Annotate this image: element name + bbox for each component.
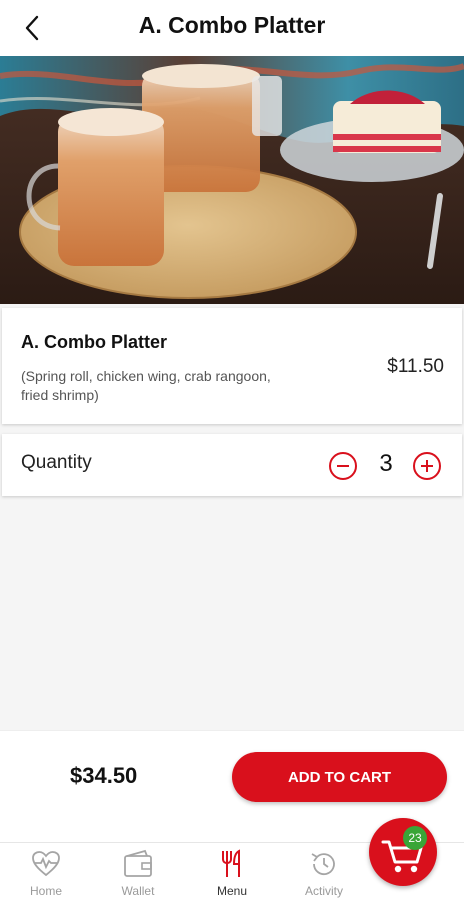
tab-label: Home [29, 884, 62, 898]
item-price: $11.50 [387, 356, 444, 377]
heartbeat-icon [32, 851, 60, 877]
order-total: $34.50 [70, 763, 138, 788]
tab-label: Menu [216, 884, 248, 898]
tab-home[interactable]: Home [0, 843, 92, 900]
tab-label: Wallet [121, 884, 155, 898]
hero-image [0, 56, 464, 304]
item-description: (Spring roll, chicken wing, crab rangoon… [21, 368, 271, 403]
quantity-label: Quantity [21, 452, 92, 473]
app-header: A. Combo Platter [0, 0, 464, 56]
chevron-left-icon [25, 15, 39, 41]
quantity-card: Quantity 3 [2, 434, 462, 496]
tab-wallet[interactable]: Wallet [92, 843, 184, 900]
tab-menu[interactable]: Menu [186, 843, 278, 900]
cart-button[interactable] [369, 818, 437, 886]
add-to-cart-button[interactable]: ADD TO CART [232, 752, 447, 802]
item-card: A. Combo Platter (Spring roll, chicken w… [2, 308, 462, 424]
back-button[interactable] [14, 10, 50, 46]
tab-activity[interactable]: Activity [278, 843, 370, 900]
quantity-value: 3 [379, 450, 393, 477]
wallet-icon [124, 849, 152, 877]
cart-count-badge: 23 [403, 826, 427, 850]
decrease-quantity-button[interactable] [329, 452, 357, 480]
history-icon [311, 853, 335, 876]
page-title: A. Combo Platter [138, 12, 326, 38]
item-name: A. Combo Platter [21, 332, 168, 352]
fork-knife-icon [222, 849, 240, 877]
increase-quantity-button[interactable] [413, 452, 441, 480]
cart-icon [381, 840, 423, 873]
tab-label: Activity [304, 884, 343, 898]
